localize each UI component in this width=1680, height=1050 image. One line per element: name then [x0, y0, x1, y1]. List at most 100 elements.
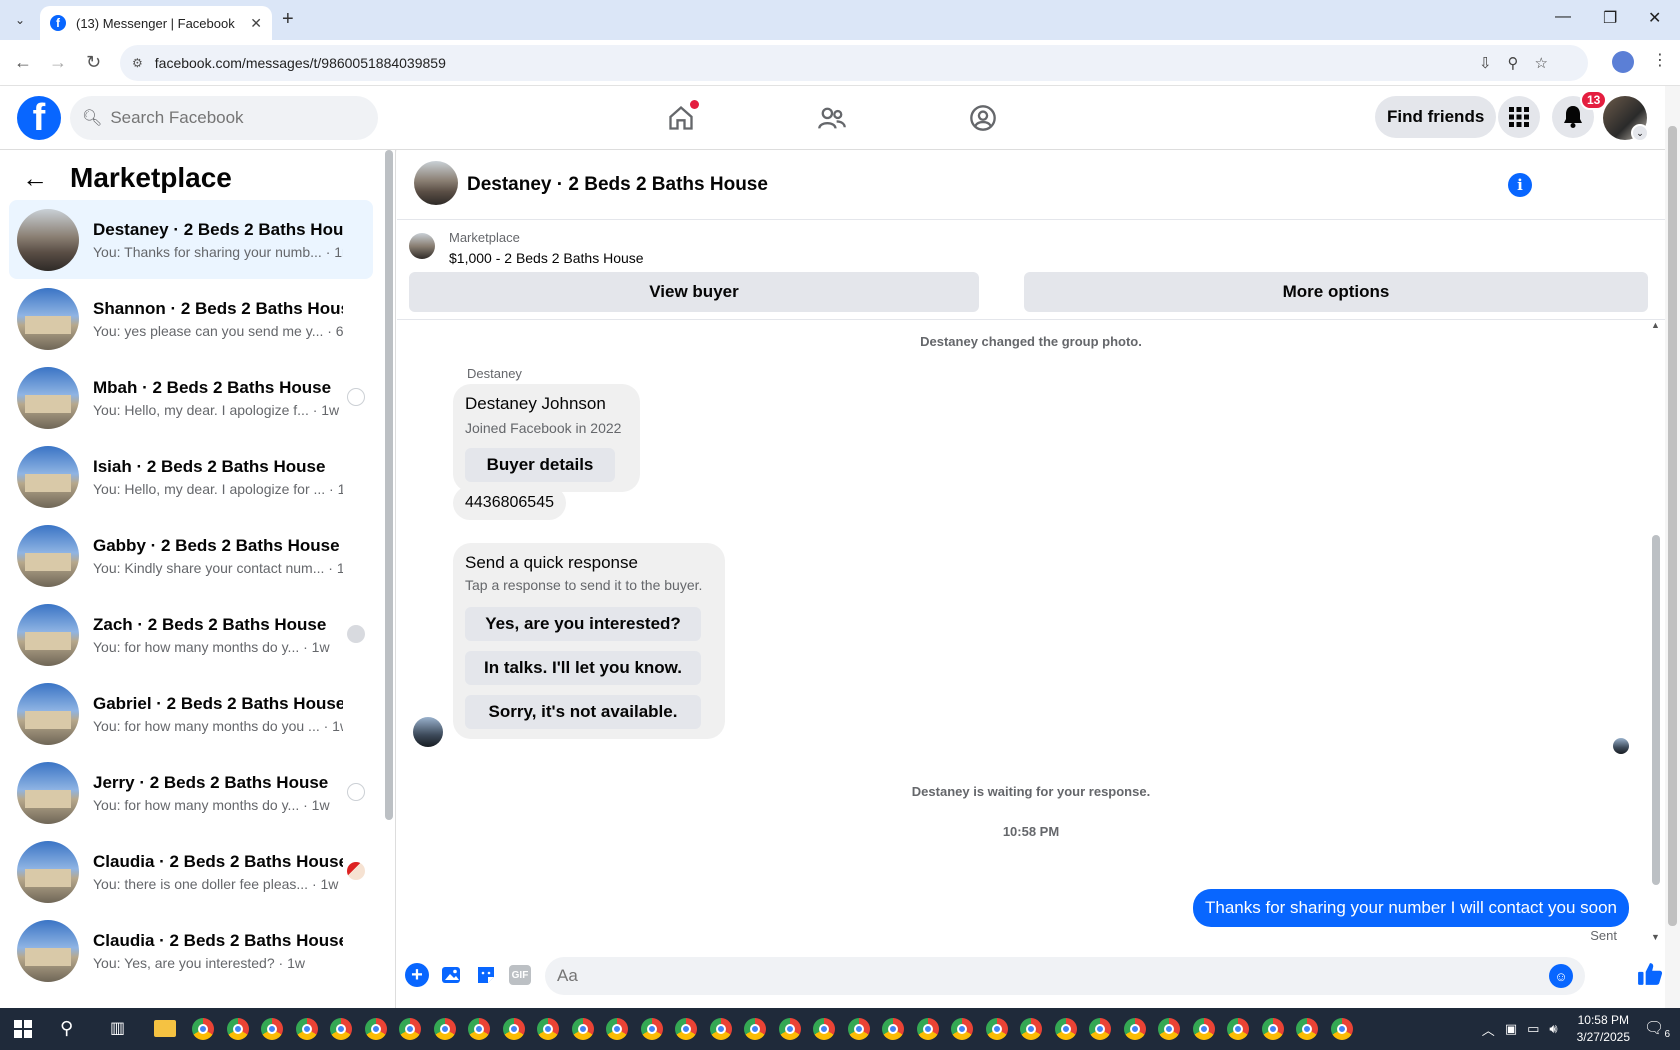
conversation-item[interactable]: Claudia · 2 Beds 2 Baths House You: Yes, … — [9, 911, 373, 990]
chrome-window-icon[interactable] — [537, 1018, 559, 1040]
message-input[interactable] — [557, 966, 1537, 986]
sticker-icon[interactable] — [474, 963, 498, 987]
back-icon[interactable]: ← — [14, 52, 32, 73]
back-arrow-icon[interactable]: ← — [22, 163, 48, 194]
facebook-logo-icon[interactable]: f — [17, 96, 61, 140]
chrome-window-icon[interactable] — [813, 1018, 835, 1040]
chrome-window-icon[interactable] — [399, 1018, 421, 1040]
chrome-window-icon[interactable] — [1054, 1018, 1077, 1040]
quick-response-button[interactable]: In talks. I'll let you know. — [465, 651, 701, 685]
chrome-window-icon[interactable] — [709, 1018, 732, 1040]
chrome-window-icon[interactable] — [192, 1018, 214, 1040]
browser-menu-icon[interactable]: ⋮ — [1652, 50, 1668, 70]
chrome-window-icon[interactable] — [1330, 1018, 1353, 1040]
more-options-button[interactable]: More options — [1024, 272, 1648, 312]
chrome-window-icon[interactable] — [468, 1018, 490, 1040]
buyer-details-button[interactable]: Buyer details — [465, 448, 615, 482]
task-view-icon[interactable]: ▥ — [110, 1018, 125, 1038]
like-thumbs-up-icon[interactable] — [1637, 961, 1663, 994]
minimize-icon[interactable]: — — [1555, 8, 1571, 26]
view-buyer-button[interactable]: View buyer — [409, 272, 979, 312]
menu-grid-icon[interactable] — [1498, 96, 1540, 138]
chrome-window-icon[interactable] — [916, 1018, 939, 1040]
chrome-window-icon[interactable] — [778, 1018, 801, 1040]
forward-icon[interactable]: → — [49, 52, 67, 73]
chat-avatar[interactable] — [414, 161, 458, 205]
tab-search-chevron-icon[interactable]: ⌄ — [8, 8, 32, 32]
chrome-window-icon[interactable] — [1158, 1018, 1180, 1040]
message-input-box[interactable]: ☺ — [545, 957, 1585, 995]
chrome-window-icon[interactable] — [364, 1018, 387, 1040]
windows-start-icon[interactable] — [14, 1020, 32, 1038]
chat-title[interactable]: Destaney · 2 Beds 2 Baths House — [467, 174, 768, 196]
taskbar-search-icon[interactable]: ⚲ — [60, 1018, 73, 1039]
conversation-item[interactable]: Shannon · 2 Beds 2 Baths House You: yes p… — [9, 279, 373, 358]
scroll-down-icon[interactable]: ▼ — [1651, 932, 1660, 942]
info-icon[interactable]: i — [1508, 173, 1532, 197]
site-info-icon[interactable]: ⚙ — [132, 56, 143, 70]
conversation-item[interactable]: Jerry · 2 Beds 2 Baths House You: for how… — [9, 753, 373, 832]
chrome-window-icon[interactable] — [951, 1018, 973, 1040]
network-icon[interactable]: ▭ — [1527, 1021, 1539, 1037]
install-app-icon[interactable]: ⇩ — [1479, 54, 1492, 72]
chrome-window-icon[interactable] — [1227, 1018, 1249, 1040]
find-friends-button[interactable]: Find friends — [1375, 96, 1497, 138]
search-input[interactable] — [110, 108, 351, 128]
zoom-icon[interactable]: ⚲ — [1508, 54, 1519, 72]
meet-now-icon[interactable]: ▣ — [1505, 1021, 1517, 1037]
chrome-window-icon[interactable] — [261, 1018, 283, 1040]
action-center-icon[interactable]: 🗨︎ 6 — [1644, 1018, 1670, 1040]
gif-icon[interactable]: GIF — [509, 965, 531, 985]
chrome-window-icon[interactable] — [330, 1018, 352, 1040]
chrome-window-icon[interactable] — [433, 1018, 456, 1040]
conversation-item[interactable]: Gabriel · 2 Beds 2 Baths House You: for h… — [9, 674, 373, 753]
page-scrollbar[interactable] — [1665, 86, 1680, 1008]
profile-icon[interactable] — [963, 100, 1003, 136]
chrome-window-icon[interactable] — [1192, 1018, 1215, 1040]
omnibox[interactable]: ⚙ facebook.com/messages/t/98600518840398… — [120, 45, 1588, 81]
close-window-icon[interactable]: ✕ — [1648, 8, 1661, 28]
new-tab-icon[interactable]: + — [282, 8, 294, 31]
chrome-window-icon[interactable] — [1020, 1018, 1042, 1040]
quick-response-button[interactable]: Sorry, it's not available. — [465, 695, 701, 729]
chrome-window-icon[interactable] — [571, 1018, 594, 1040]
buyer-avatar[interactable] — [413, 717, 443, 747]
listing-thumbnail[interactable] — [409, 233, 435, 259]
browser-profile-icon[interactable] — [1612, 51, 1634, 73]
chrome-window-icon[interactable] — [226, 1018, 249, 1040]
bookmark-star-icon[interactable]: ☆ — [1535, 54, 1548, 72]
volume-icon[interactable]: 🔊︎ — [1549, 1021, 1557, 1037]
conversation-item[interactable]: Destaney · 2 Beds 2 Baths House You: Than… — [9, 200, 373, 279]
tray-overflow-icon[interactable]: ︿ — [1482, 1020, 1495, 1039]
taskbar-clock[interactable]: 10:58 PM 3/27/2025 — [1577, 1012, 1630, 1046]
attach-photo-icon[interactable] — [440, 963, 464, 987]
facebook-search[interactable]: 🔍︎ — [70, 96, 378, 140]
close-tab-icon[interactable]: ✕ — [250, 15, 262, 32]
chrome-window-icon[interactable] — [1123, 1018, 1146, 1040]
listing-price[interactable]: $1,000 - 2 Beds 2 Baths House — [449, 250, 644, 266]
reload-icon[interactable]: ↻ — [86, 52, 101, 73]
chrome-window-icon[interactable] — [985, 1018, 1008, 1040]
sidebar-scrollbar[interactable] — [384, 150, 394, 1008]
emoji-icon[interactable]: ☺ — [1549, 964, 1573, 988]
chrome-window-icon[interactable] — [640, 1018, 663, 1040]
scroll-up-icon[interactable]: ▲ — [1651, 320, 1660, 330]
conversation-item[interactable]: Mbah · 2 Beds 2 Baths House You: Hello, m… — [9, 358, 373, 437]
file-explorer-icon[interactable] — [154, 1020, 176, 1037]
chrome-window-icon[interactable] — [675, 1018, 697, 1040]
thread-scrollbar[interactable]: ▲ ▼ — [1649, 320, 1663, 945]
conversation-item[interactable]: Isiah · 2 Beds 2 Baths House You: Hello, … — [9, 437, 373, 516]
restore-icon[interactable]: ❐ — [1603, 8, 1617, 28]
more-actions-plus-icon[interactable]: + — [405, 963, 429, 987]
chrome-window-icon[interactable] — [847, 1018, 870, 1040]
chrome-window-icon[interactable] — [502, 1018, 525, 1040]
chrome-window-icon[interactable] — [882, 1018, 904, 1040]
chrome-window-icon[interactable] — [1261, 1018, 1284, 1040]
conversation-item[interactable]: Claudia · 2 Beds 2 Baths House You: there… — [9, 832, 373, 911]
conversation-item[interactable]: Gabby · 2 Beds 2 Baths House You: Kindly … — [9, 516, 373, 595]
conversation-item[interactable]: Zach · 2 Beds 2 Baths House You: for how … — [9, 595, 373, 674]
account-chevron-icon[interactable]: ⌄ — [1631, 124, 1649, 142]
friends-icon[interactable] — [812, 100, 852, 136]
chrome-window-icon[interactable] — [1296, 1018, 1318, 1040]
chrome-window-icon[interactable] — [606, 1018, 628, 1040]
